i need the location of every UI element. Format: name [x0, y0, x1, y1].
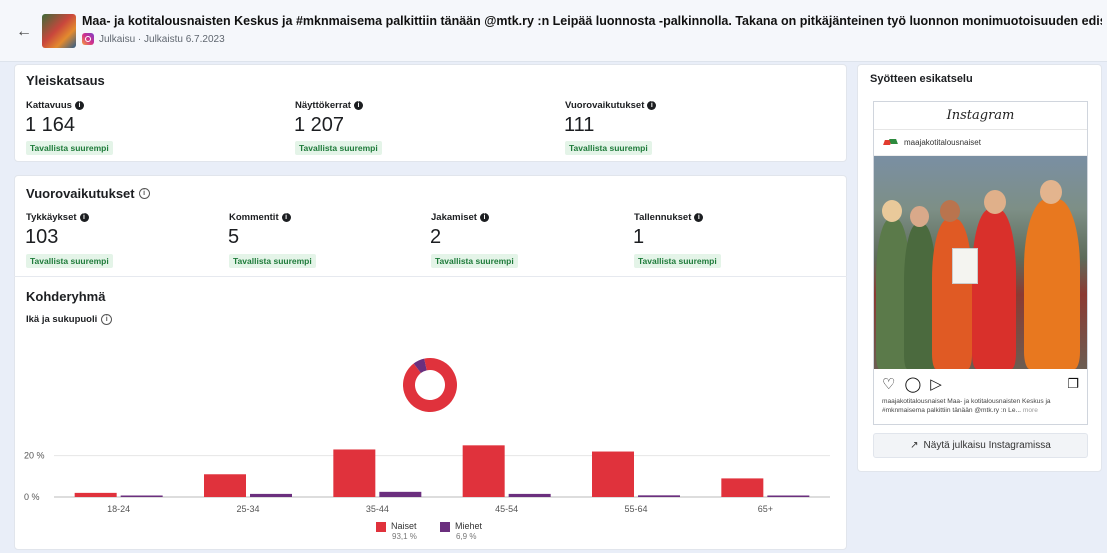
- photo-head: [882, 200, 902, 222]
- photo-person: [972, 209, 1016, 369]
- x-tick-label: 18-24: [107, 504, 130, 514]
- bar-naiset-65+[interactable]: [721, 478, 764, 497]
- metric-label-interactions: Vuorovaikutukset i: [565, 100, 657, 111]
- status-badge: Tavallista suurempi: [26, 254, 113, 268]
- post-photo: [874, 156, 1087, 369]
- x-tick-label: 55-64: [624, 504, 647, 514]
- section-divider: [14, 276, 847, 277]
- metric-label-shares: Jakamiset i: [431, 212, 489, 223]
- photo-head: [910, 206, 929, 227]
- bar-miehet-25-34[interactable]: [250, 493, 292, 497]
- more-link[interactable]: more: [1023, 407, 1038, 414]
- view-on-instagram-button[interactable]: ↗ Näytä julkaisu Instagramissa: [873, 433, 1088, 458]
- metric-value-likes: 103: [25, 226, 59, 248]
- status-badge: Tavallista suurempi: [431, 254, 518, 268]
- bar-naiset-18-24[interactable]: [74, 492, 117, 497]
- legend-swatch-men: [440, 521, 450, 532]
- y-tick-label: 20 %: [24, 451, 45, 461]
- account-name[interactable]: maajakotitalousnaiset: [904, 138, 981, 147]
- photo-person: [932, 219, 972, 369]
- bar-miehet-45-54[interactable]: [508, 493, 551, 497]
- back-arrow-icon[interactable]: ←: [14, 22, 34, 42]
- photo-head: [940, 200, 960, 222]
- x-tick-label: 25-34: [236, 504, 259, 514]
- overview-title: Yleiskatsaus: [26, 73, 105, 88]
- photo-head: [1040, 180, 1062, 204]
- audience-title: Kohderyhmä: [26, 289, 106, 304]
- info-icon[interactable]: i: [694, 213, 704, 222]
- legend-item-men: Miehet 6,9 %: [440, 521, 482, 541]
- metric-label-reach: Kattavuus i: [26, 100, 84, 111]
- bar-miehet-55-64[interactable]: [638, 495, 680, 497]
- status-badge: Tavallista suurempi: [634, 254, 721, 268]
- bar-miehet-65+[interactable]: [767, 495, 810, 498]
- metric-label-likes: Tykkäykset i: [26, 212, 89, 223]
- info-icon[interactable]: i: [647, 101, 657, 110]
- bar-naiset-45-54[interactable]: [462, 445, 505, 497]
- status-badge: Tavallista suurempi: [565, 141, 652, 155]
- metric-label-impressions: Näyttökerrat i: [295, 100, 363, 111]
- bar-miehet-35-44[interactable]: [379, 491, 422, 497]
- metric-value-interactions: 111: [564, 114, 595, 136]
- comment-icon[interactable]: ◯: [904, 375, 921, 393]
- x-tick-label: 35-44: [366, 504, 389, 514]
- bookmark-icon[interactable]: ❐: [1067, 376, 1079, 392]
- instagram-logo: Instagram: [874, 102, 1087, 130]
- metric-value-reach: 1 164: [25, 114, 76, 136]
- photo-diploma: [952, 248, 978, 284]
- info-icon[interactable]: i: [74, 101, 84, 110]
- post-date: Julkaisu · Julkaistu 6.7.2023: [99, 33, 225, 45]
- account-row: maajakotitalousnaiset: [874, 130, 1087, 156]
- instagram-post-preview: Instagram maajakotitalousnaiset ♡ ◯ ▷ ❐ …: [873, 101, 1088, 425]
- post-header: ← Maa- ja kotitalousnaisten Keskus ja #m…: [0, 0, 1107, 62]
- metric-value-comments: 5: [228, 226, 240, 248]
- bar-naiset-55-64[interactable]: [592, 451, 634, 497]
- photo-head: [984, 190, 1006, 214]
- account-logo-icon: [884, 139, 898, 147]
- x-tick-label: 45-54: [495, 504, 518, 514]
- status-badge: Tavallista suurempi: [295, 141, 382, 155]
- instagram-icon: [82, 33, 94, 45]
- age-gender-bar-chart: 20 % 0 % 18-24 25-34 35-44 45-54 55-64 65+: [24, 445, 830, 514]
- status-badge: Tavallista suurempi: [229, 254, 316, 268]
- metric-label-saves: Tallennukset i: [634, 212, 704, 223]
- post-thumbnail[interactable]: [42, 14, 76, 48]
- info-icon[interactable]: i: [101, 314, 113, 325]
- overview-card: [14, 64, 847, 162]
- preview-title: Syötteen esikatselu: [870, 73, 973, 85]
- info-icon[interactable]: i: [79, 213, 89, 222]
- info-icon[interactable]: i: [138, 188, 150, 199]
- y-tick-label: 0 %: [24, 492, 40, 502]
- bar-naiset-25-34[interactable]: [204, 474, 246, 497]
- info-icon[interactable]: i: [479, 213, 489, 222]
- post-meta: Julkaisu · Julkaistu 6.7.2023: [82, 33, 225, 45]
- external-link-icon: ↗: [910, 440, 919, 451]
- metric-value-shares: 2: [430, 226, 442, 248]
- post-title: Maa- ja kotitalousnaisten Keskus ja #mkn…: [82, 14, 1102, 28]
- photo-person: [1024, 199, 1080, 369]
- bar-naiset-35-44[interactable]: [333, 449, 376, 497]
- send-icon[interactable]: ▷: [930, 375, 942, 393]
- bar-miehet-18-24[interactable]: [120, 495, 163, 498]
- info-icon[interactable]: i: [353, 101, 363, 110]
- post-actions: ♡ ◯ ▷ ❐: [874, 369, 1087, 395]
- info-icon[interactable]: i: [281, 213, 291, 222]
- heart-icon[interactable]: ♡: [882, 375, 895, 393]
- interactions-title: Vuorovaikutukset i: [26, 186, 150, 201]
- legend-item-women: Naiset 93,1 %: [376, 521, 417, 541]
- post-caption: maajakotitalousnaiset Maa- ja kotitalous…: [882, 398, 1051, 414]
- metric-value-impressions: 1 207: [294, 114, 345, 136]
- metric-label-comments: Kommentit i: [229, 212, 291, 223]
- status-badge: Tavallista suurempi: [26, 141, 113, 155]
- age-gender-label: Ikä ja sukupuoli i: [26, 314, 113, 325]
- legend-swatch-women: [376, 521, 386, 532]
- metric-value-saves: 1: [633, 226, 645, 248]
- x-tick-label: 65+: [758, 504, 773, 514]
